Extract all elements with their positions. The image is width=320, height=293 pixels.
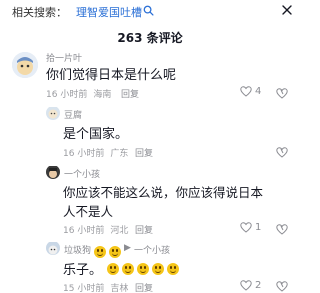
heart-icon <box>240 86 252 97</box>
comment-location: 吉林 <box>110 284 129 293</box>
like-button[interactable]: 1 <box>240 222 261 233</box>
comment-location: 河北 <box>110 226 129 236</box>
laugh-emoji-icon <box>107 263 120 275</box>
comment-text-line2: 人不是人 <box>63 204 114 219</box>
comment-location: 广东 <box>110 149 129 159</box>
related-search-label: 相关搜索： <box>12 6 67 19</box>
laugh-emoji-icon <box>167 263 180 275</box>
dislike-icon[interactable] <box>276 280 288 292</box>
comment-time: 15 小时前 <box>63 284 105 293</box>
comment-time: 16 小时前 <box>63 149 105 159</box>
comment-text: 是个国家。 <box>63 127 129 142</box>
avatar[interactable] <box>46 241 60 255</box>
comment-username[interactable]: 一个小孩 <box>64 167 100 180</box>
comment-text-line1: 你应该不能这么说，你应该得说日本 <box>63 185 264 200</box>
comment-content: 乐子。 <box>63 259 182 278</box>
like-count: 2 <box>255 280 262 291</box>
avatar[interactable] <box>12 52 38 78</box>
dislike-icon[interactable] <box>276 146 288 158</box>
close-icon[interactable] <box>279 2 295 18</box>
comment-username[interactable]: 拾一片叶 <box>46 51 82 64</box>
reply-button[interactable]: 回复 <box>135 146 153 159</box>
like-count: 4 <box>255 86 262 97</box>
comment-text: 你们觉得日本是什么呢 <box>46 68 177 83</box>
comment-username[interactable]: 豆腐 <box>64 108 82 121</box>
laugh-emoji-icon <box>152 263 165 275</box>
reply-button[interactable]: 回复 <box>121 87 139 100</box>
heart-icon <box>240 280 252 291</box>
heart-icon <box>240 222 252 233</box>
avatar-image <box>46 166 60 179</box>
top-bar: 相关搜索： 理智爱国吐槽 <box>0 0 300 22</box>
comment-text: 乐子。 <box>63 263 103 278</box>
comment-meta: 16 小时前 河北 <box>63 223 134 236</box>
reply-arrow-icon: ▶ <box>124 243 131 253</box>
laugh-emoji-icon <box>137 263 150 275</box>
related-search-link[interactable]: 理智爱国吐槽 <box>76 4 142 20</box>
avatar-image <box>46 242 60 255</box>
avatar[interactable] <box>46 165 60 179</box>
comment-meta: 15 小时前 吉林 <box>63 281 134 293</box>
comment-time: 16 小时前 <box>46 90 88 100</box>
like-button[interactable]: 2 <box>240 280 261 291</box>
avatar-image <box>46 107 60 120</box>
avatar-image <box>12 52 38 78</box>
laugh-emoji-icon <box>122 263 135 275</box>
reply-button[interactable]: 回复 <box>135 223 153 236</box>
comment-location: 海南 <box>93 90 112 100</box>
dislike-icon[interactable] <box>276 87 288 99</box>
comment-time: 16 小时前 <box>63 226 105 236</box>
like-count: 1 <box>255 222 262 233</box>
search-icon[interactable] <box>143 5 154 16</box>
comment-meta: 16 小时前 广东 <box>63 146 134 159</box>
reply-button[interactable]: 回复 <box>135 281 153 293</box>
comment-meta: 16 小时前 海南 <box>46 87 117 100</box>
comments-count-title: 263 条评论 <box>117 31 183 45</box>
dislike-icon[interactable] <box>276 223 288 235</box>
avatar[interactable] <box>46 106 60 120</box>
grin-emoji-icon <box>109 246 121 258</box>
comment-username[interactable]: 垃圾狗 <box>64 243 91 256</box>
like-button[interactable]: 4 <box>240 86 261 97</box>
grin-emoji-icon <box>94 246 106 258</box>
reply-to-username[interactable]: 一个小孩 <box>134 243 170 256</box>
